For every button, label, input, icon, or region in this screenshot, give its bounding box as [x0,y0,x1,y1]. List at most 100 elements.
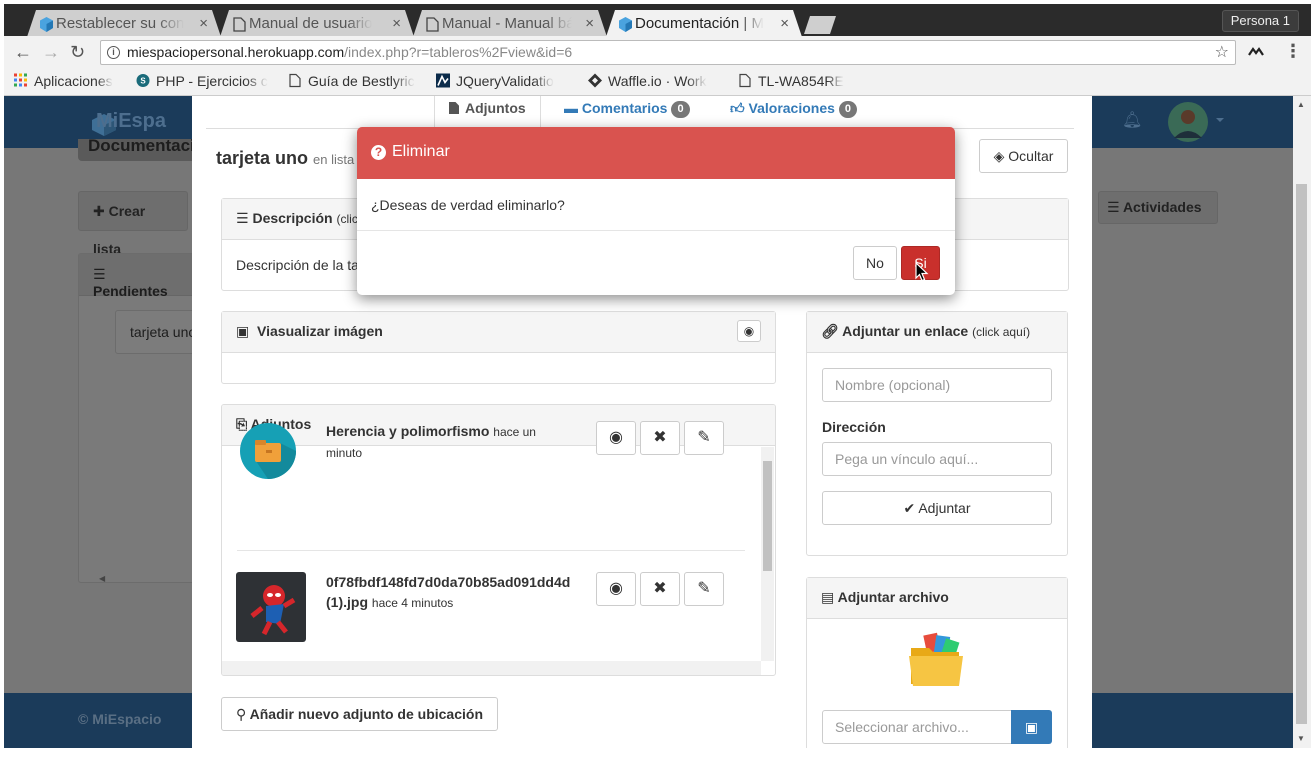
pending-list: ☰ Pendientes tarjeta uno ◀ [78,253,205,583]
tab-close-icon[interactable]: × [585,10,594,38]
pencil-icon: ✎ [697,580,711,597]
pending-list-header: ☰ Pendientes [79,254,197,299]
link-panel-heading[interactable]: 🔗︎ Adjuntar un enlace (click aquí) [807,312,1067,353]
view-button[interactable]: ◉ [596,421,636,455]
mouse-cursor-icon [915,262,929,282]
card-tabs: Adjuntos ▬ Comentarios 0 👍︎ Valoraciones 0 [206,96,1074,130]
folder-files-icon [909,632,963,686]
view-button[interactable]: ◉ [596,572,636,606]
activities-button[interactable]: ☰ Actividades [1098,191,1218,224]
tab-close-icon[interactable]: × [199,10,208,38]
spiderman-thumbnail[interactable] [236,572,306,642]
tab-adjuntos[interactable]: Adjuntos [434,96,541,130]
comment-icon: ▬ [564,100,578,116]
cube-favicon-icon [40,17,53,32]
no-button[interactable]: No [853,246,897,280]
thumbs-up-icon: 👍︎ [730,100,745,116]
bookmark-star-icon[interactable]: ☆ [1215,41,1229,64]
notifications-bell-icon[interactable]: 🔔︎ [1122,110,1142,130]
svg-text:S: S [140,77,146,86]
card-list-name: en lista [313,152,355,167]
card-title: tarjeta uno en lista [216,148,355,168]
scrollbar-thumb[interactable] [1296,184,1307,724]
link-icon: 🔗︎ [821,323,839,339]
bookmark-jquery[interactable]: JQueryValidatio [436,73,554,89]
bookmark-waffle[interactable]: Waffle.io · Work [588,73,707,89]
image-icon: ▣ [1024,719,1039,735]
footer-text: © MiEspacio [78,711,162,727]
link-name-input[interactable]: Nombre (opcional) [822,368,1052,402]
jquery-icon [436,73,450,88]
close-icon: ✖ [653,429,667,446]
tab-comentarios[interactable]: ▬ Comentarios 0 [550,96,704,129]
menu-kebab-icon[interactable]: ⋮ [1284,41,1302,62]
tab-close-icon[interactable]: × [780,10,789,38]
attachment-name[interactable]: 0f78fbdf148fd7d0da70b85ad091dd4d (1).jpg… [326,572,570,613]
forward-arrow-icon[interactable]: → [42,42,60,63]
attach-link-button[interactable]: ✔ Adjuntar [822,491,1052,525]
url-input[interactable]: i miespaciopersonal.herokuapp.com/index.… [100,40,1236,65]
profile-button[interactable]: Persona 1 [1221,10,1299,32]
bookmarks-bar: Aplicaciones S PHP - Ejercicios c Guía de… [4,69,1311,96]
file-select-input[interactable]: Seleccionar archivo... [822,710,1012,744]
page-favicon-icon [233,17,246,32]
file-icon [449,102,459,114]
new-tab-button[interactable] [804,16,836,34]
image-icon: ▣ [236,323,250,339]
tab-valoraciones[interactable]: 👍︎ Valoraciones 0 [716,96,871,129]
image-upload-button[interactable]: ▣ [1011,710,1052,744]
address-bar: ← → ↻ i miespaciopersonal.herokuapp.com/… [4,36,1311,69]
scroll-left-arrow[interactable]: ◀ [99,574,105,583]
tab-close-icon[interactable]: × [392,10,401,38]
link-panel: 🔗︎ Adjuntar un enlace (click aquí) Nombr… [806,311,1068,556]
scroll-down-arrow[interactable]: ▼ [1297,734,1305,743]
tab-title: Restablecer su con [56,15,185,32]
attachments-horizontal-scrollbar[interactable] [222,661,761,675]
bookmark-tl-wa854re[interactable]: TL-WA854RE [738,73,844,89]
scrollbar-thumb[interactable] [763,461,772,571]
count-badge: 0 [671,101,690,118]
edit-button[interactable]: ✎ [684,421,724,455]
app-brand[interactable]: MiEspa [96,110,166,133]
attachments-panel: ⎘ Adjuntos Herencia y polimorfismo hace … [221,404,776,676]
create-list-button[interactable]: ✚ Crear lista [78,191,188,257]
page-scrollbar[interactable]: ▲ ▼ [1293,96,1311,748]
page-icon [739,73,751,88]
url-host: miespaciopersonal.herokuapp.com [127,44,345,60]
avatar[interactable] [1164,100,1226,144]
delete-button[interactable]: ✖ [640,421,680,455]
question-circle-icon: ? [371,145,386,160]
map-marker-icon: ⚲ [236,706,247,722]
attachment-name[interactable]: Herencia y polimorfismo hace un minuto [326,421,566,463]
confirm-dialog: ? Eliminar ¿Deseas de verdad eliminarlo? … [357,127,955,295]
eye-slash-icon: ◈ [993,148,1005,164]
list-item: Herencia y polimorfismo hace un minuto ◉… [236,421,746,501]
close-icon: ✖ [653,580,667,597]
eye-icon[interactable]: ◉ [737,320,761,342]
extension-icon[interactable] [1248,46,1264,58]
info-icon[interactable]: i [107,46,120,59]
bookmark-apps[interactable]: Aplicaciones [14,73,113,89]
reload-icon[interactable]: ↻ [70,42,85,63]
delete-button[interactable]: ✖ [640,572,680,606]
confirm-header: ? Eliminar [357,127,955,179]
file-panel-heading: ▤ Adjuntar archivo [807,578,1067,619]
attachments-vertical-scrollbar[interactable] [761,447,774,661]
add-location-button[interactable]: ⚲ Añadir nuevo adjunto de ubicación [221,697,498,731]
back-arrow-icon[interactable]: ← [14,42,32,63]
hide-button[interactable]: ◈ Ocultar [979,139,1068,173]
file-image-icon: ▤ [821,589,835,605]
link-address-input[interactable]: Pega un vínculo aquí... [822,442,1052,476]
scroll-up-arrow[interactable]: ▲ [1297,100,1305,109]
browser-tab-strip: Restablecer su con × Manual de usuario ×… [0,0,1315,36]
check-circle-icon: ✔ [903,500,916,516]
bookmark-bestlyric[interactable]: Guía de Bestlyric [288,73,415,89]
list-icon: ☰ [93,266,106,282]
count-badge: 0 [838,101,858,118]
edit-button[interactable]: ✎ [684,572,724,606]
plus-icon: ✚ [93,203,105,219]
tab-title: Manual - Manual bá [442,15,572,32]
page-icon [289,73,301,88]
bookmark-php[interactable]: S PHP - Ejercicios c [136,73,268,89]
address-label: Dirección [822,419,886,435]
